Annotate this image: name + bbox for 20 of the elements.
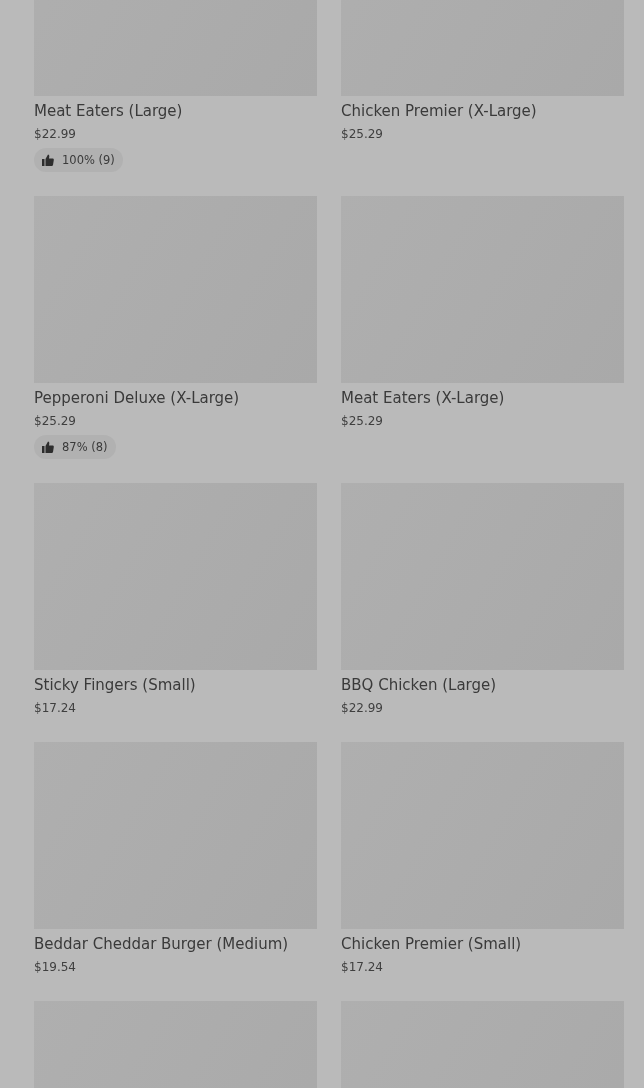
product-price: $25.29 <box>341 413 383 430</box>
product-price: $25.29 <box>341 126 383 143</box>
thumbs-up-icon <box>42 154 54 166</box>
product-name[interactable]: Sticky Fingers (Small) <box>34 674 196 696</box>
product-name[interactable]: Beddar Cheddar Burger (Medium) <box>34 933 289 955</box>
product-price: $17.24 <box>341 959 383 976</box>
product-name[interactable]: Meat Eaters (Large) <box>34 100 183 122</box>
product-name[interactable]: Chicken Premier (Small) <box>341 933 522 955</box>
rating-text: 87% (8) <box>62 440 108 454</box>
product-price: $19.54 <box>34 959 76 976</box>
product-name[interactable]: Pepperoni Deluxe (X-Large) <box>34 387 240 409</box>
rating-text: 100% (9) <box>62 153 115 167</box>
product-name[interactable]: Chicken Premier (X-Large) <box>341 100 537 122</box>
product-price: $17.24 <box>34 700 76 717</box>
thumbs-up-icon <box>42 441 54 453</box>
product-name[interactable]: Meat Eaters (X-Large) <box>341 387 505 409</box>
product-price: $22.99 <box>34 126 76 143</box>
product-price: $25.29 <box>34 413 76 430</box>
product-price: $22.99 <box>341 700 383 717</box>
product-name[interactable]: BBQ Chicken (Large) <box>341 674 497 696</box>
